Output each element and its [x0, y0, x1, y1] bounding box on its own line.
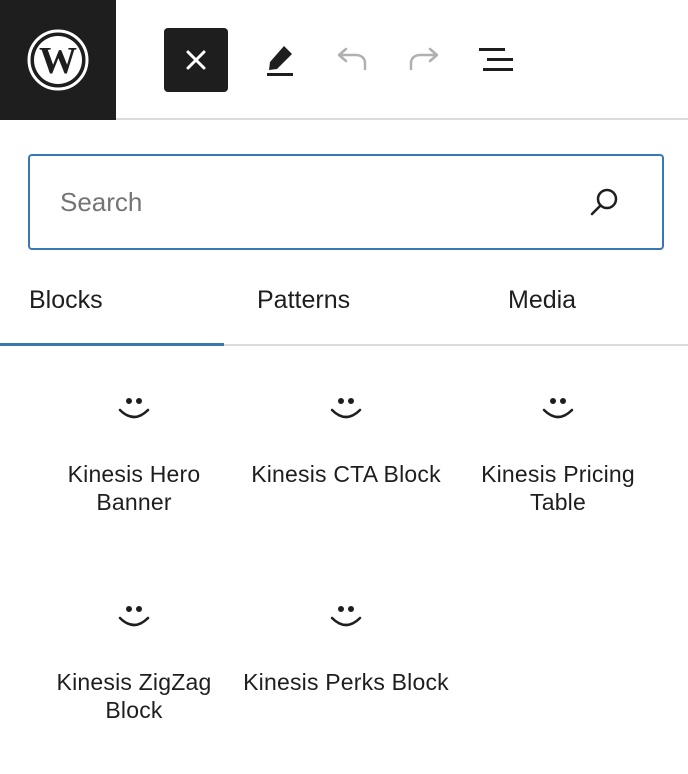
inserter-tabs: Blocks Patterns Media: [0, 256, 688, 346]
block-item-kinesis-pricing-table[interactable]: Kinesis Pricing Table: [452, 362, 664, 516]
tab-media[interactable]: Media: [508, 256, 576, 344]
block-item-label: Kinesis Perks Block: [243, 669, 449, 695]
block-item-label: Kinesis ZigZag Block: [56, 669, 212, 723]
smiley-icon: [542, 398, 574, 419]
block-search-box: [28, 154, 664, 250]
redo-button[interactable]: [392, 28, 456, 92]
undo-button[interactable]: [320, 28, 384, 92]
redo-icon: [409, 47, 439, 71]
smiley-icon: [330, 398, 362, 419]
block-item-kinesis-zigzag-block[interactable]: Kinesis ZigZag Block: [28, 570, 240, 724]
block-item-kinesis-cta-block[interactable]: Kinesis CTA Block: [240, 362, 452, 488]
block-item-label: Kinesis CTA Block: [251, 461, 441, 487]
pencil-icon: [267, 46, 293, 76]
block-item-label: Kinesis Pricing Table: [481, 461, 635, 515]
svg-text:W: W: [39, 40, 77, 82]
smiley-icon: [330, 606, 362, 627]
undo-icon: [337, 47, 367, 71]
close-inserter-button[interactable]: [164, 28, 228, 92]
close-icon: [186, 50, 206, 70]
wordpress-logo-icon: W: [27, 29, 89, 91]
block-item-kinesis-hero-banner[interactable]: Kinesis Hero Banner: [28, 362, 240, 516]
wordpress-logo-button[interactable]: W: [0, 0, 116, 120]
block-item-label: Kinesis Hero Banner: [67, 461, 201, 515]
block-item-kinesis-perks-block[interactable]: Kinesis Perks Block: [240, 570, 452, 696]
smiley-icon: [118, 398, 150, 419]
list-view-icon: [479, 48, 513, 71]
tab-blocks[interactable]: Blocks: [0, 256, 224, 346]
search-input[interactable]: [60, 156, 560, 248]
tools-edit-button[interactable]: [248, 28, 312, 92]
tab-patterns[interactable]: Patterns: [257, 256, 350, 344]
search-button[interactable]: [586, 184, 622, 220]
search-icon: [590, 188, 618, 216]
list-view-button[interactable]: [464, 28, 528, 92]
editor-header-toolbar: W: [0, 0, 688, 120]
smiley-icon: [118, 606, 150, 627]
